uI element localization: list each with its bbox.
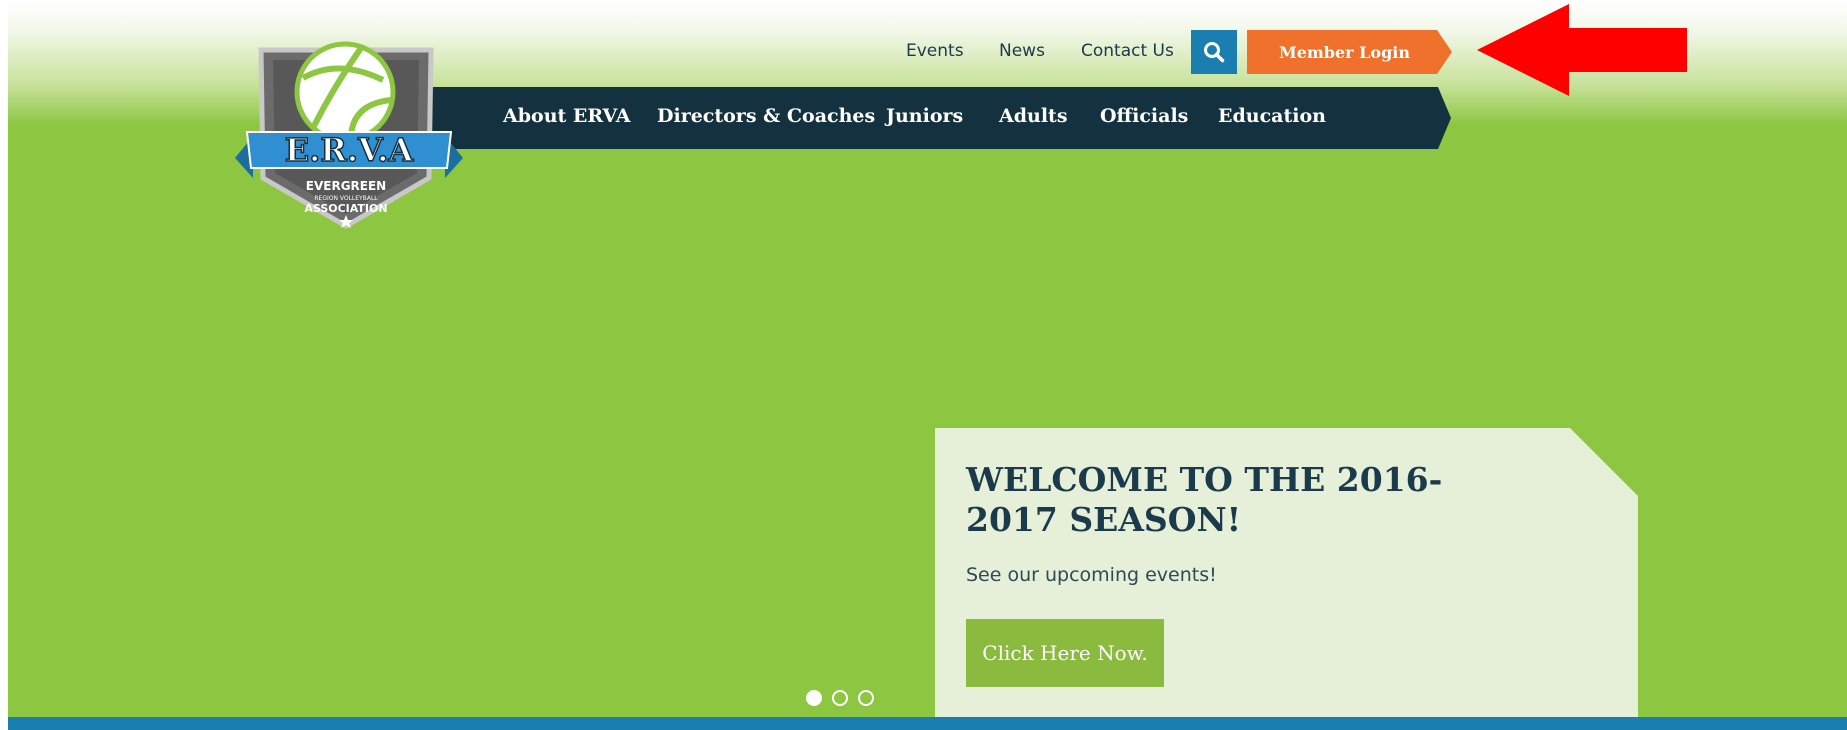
nav-item-officials[interactable]: Officials <box>1100 105 1188 127</box>
nav-item-directors-coaches[interactable]: Directors & Coaches <box>657 105 875 127</box>
nav-item-education[interactable]: Education <box>1218 105 1326 127</box>
logo-line-2: REGION VOLLEYBALL <box>314 195 378 202</box>
nav-item-juniors[interactable]: Juniors <box>886 105 963 127</box>
page: Events News Contact Us Member Login Abou… <box>8 0 1847 730</box>
nav-item-adults[interactable]: Adults <box>999 105 1068 127</box>
carousel-dot-3[interactable] <box>858 690 874 706</box>
erva-logo[interactable]: E.R.V.A EVERGREEN REGION VOLLEYBALL ASSO… <box>233 28 465 230</box>
member-login-button[interactable]: Member Login <box>1247 30 1452 74</box>
carousel-dot-2[interactable] <box>832 690 848 706</box>
util-link-news[interactable]: News <box>999 41 1045 61</box>
bottom-stripe <box>8 717 1847 730</box>
welcome-subtitle: See our upcoming events! <box>966 564 1217 586</box>
search-button[interactable] <box>1191 30 1237 74</box>
carousel-dot-1[interactable] <box>806 690 822 706</box>
logo-line-1: EVERGREEN <box>306 179 386 193</box>
welcome-title: WELCOME TO THE 2016-2017 SEASON! <box>966 460 1443 539</box>
util-link-contact-us[interactable]: Contact Us <box>1081 41 1174 61</box>
logo-line-3: ASSOCIATION <box>304 202 387 215</box>
logo-wordmark: E.R.V.A <box>285 131 415 169</box>
util-link-events[interactable]: Events <box>906 41 964 61</box>
nav-item-about-erva[interactable]: About ERVA <box>503 105 631 127</box>
red-arrow-annotation-icon <box>1477 4 1687 96</box>
search-icon <box>1204 42 1225 63</box>
click-here-now-button[interactable]: Click Here Now. <box>966 619 1164 687</box>
